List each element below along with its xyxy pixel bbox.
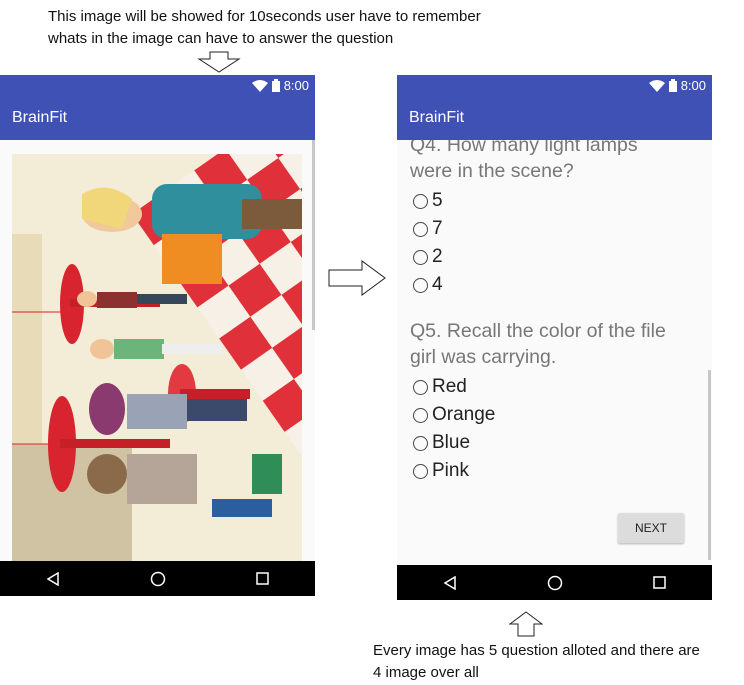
app-bar: BrainFit: [0, 98, 315, 140]
status-time: 8:00: [283, 78, 309, 93]
q5-option-4[interactable]: Pink: [413, 458, 469, 484]
memory-scene-image: [12, 154, 302, 561]
radio-button[interactable]: [413, 463, 428, 479]
back-icon: [46, 571, 59, 586]
right-phone-screen: 8:00 BrainFit Q4. How many light lamps w…: [397, 75, 712, 600]
recents-icon: [653, 576, 666, 589]
question-q5-line1: Q5. Recall the color of the file: [410, 320, 666, 342]
app-title: BrainFit: [12, 109, 68, 126]
question-q4-line2: were in the scene?: [410, 160, 574, 182]
battery-icon: [668, 79, 677, 92]
option-label: Blue: [432, 432, 471, 453]
status-time: 8:00: [680, 78, 706, 93]
bottom-annotation-line1: Every image has 5 question alloted and t…: [373, 642, 700, 659]
home-button[interactable]: [138, 561, 178, 596]
orange-file: [162, 234, 222, 284]
arrow-up-icon: [509, 611, 543, 637]
app-bar: BrainFit: [397, 98, 712, 140]
bottom-annotation-line2: 4 image over all: [373, 664, 479, 681]
q4-option-3[interactable]: 2: [413, 244, 443, 270]
battery-icon: [271, 79, 280, 92]
radio-button[interactable]: [413, 249, 428, 265]
nav-bar: [397, 565, 712, 600]
top-annotation-line2: whats in the image can have to answer th…: [48, 30, 394, 47]
home-icon: [547, 575, 562, 590]
question-q5-line2: girl was carrying.: [410, 346, 557, 368]
top-annotation-line1: This image will be showed for 10seconds …: [48, 8, 481, 25]
back-icon: [443, 575, 456, 590]
radio-button[interactable]: [413, 193, 428, 209]
radio-button[interactable]: [413, 221, 428, 237]
back-button[interactable]: [430, 565, 470, 600]
option-label: Orange: [432, 404, 496, 425]
option-label: 4: [432, 274, 443, 295]
question-q4: Q4. How many light lamps were in the sce…: [410, 140, 700, 184]
scrollbar[interactable]: [312, 140, 315, 330]
wifi-icon: [251, 79, 268, 92]
q5-option-1[interactable]: Red: [413, 374, 467, 400]
scrollbar[interactable]: [708, 370, 711, 560]
home-button[interactable]: [535, 565, 575, 600]
q5-option-3[interactable]: Blue: [413, 430, 470, 456]
option-label: 5: [432, 190, 443, 211]
arrow-right-icon: [328, 260, 386, 296]
option-label: 2: [432, 246, 443, 267]
status-bar: 8:00: [0, 75, 315, 98]
question-q5: Q5. Recall the color of the file girl wa…: [410, 318, 700, 370]
app-title: BrainFit: [409, 109, 465, 126]
back-button[interactable]: [33, 561, 73, 596]
left-phone-screen: 8:00 BrainFit: [0, 75, 315, 596]
recents-button[interactable]: [640, 565, 680, 600]
radio-button[interactable]: [413, 435, 428, 451]
q5-option-2[interactable]: Orange: [413, 402, 495, 428]
nav-bar: [0, 561, 315, 596]
q4-option-4[interactable]: 4: [413, 272, 443, 298]
recents-button[interactable]: [243, 561, 283, 596]
radio-button[interactable]: [413, 277, 428, 293]
q4-option-2[interactable]: 7: [413, 216, 443, 242]
status-bar: 8:00: [397, 75, 712, 98]
question-q4-line1: Q4. How many light lamps: [410, 140, 638, 156]
bottom-annotation: Every image has 5 question alloted and t…: [373, 640, 738, 684]
home-icon: [150, 571, 165, 586]
q4-option-1[interactable]: 5: [413, 188, 443, 214]
next-button[interactable]: NEXT: [618, 513, 684, 543]
option-label: Red: [432, 376, 467, 397]
wifi-icon: [648, 79, 665, 92]
recents-icon: [256, 572, 269, 585]
arrow-down-icon: [197, 51, 241, 73]
radio-button[interactable]: [413, 407, 428, 423]
option-label: Pink: [432, 460, 469, 481]
option-label: 7: [432, 218, 443, 239]
top-annotation: This image will be showed for 10seconds …: [48, 6, 548, 50]
quiz-scroll-area[interactable]: Q4. How many light lamps were in the sce…: [397, 140, 712, 565]
radio-button[interactable]: [413, 379, 428, 395]
